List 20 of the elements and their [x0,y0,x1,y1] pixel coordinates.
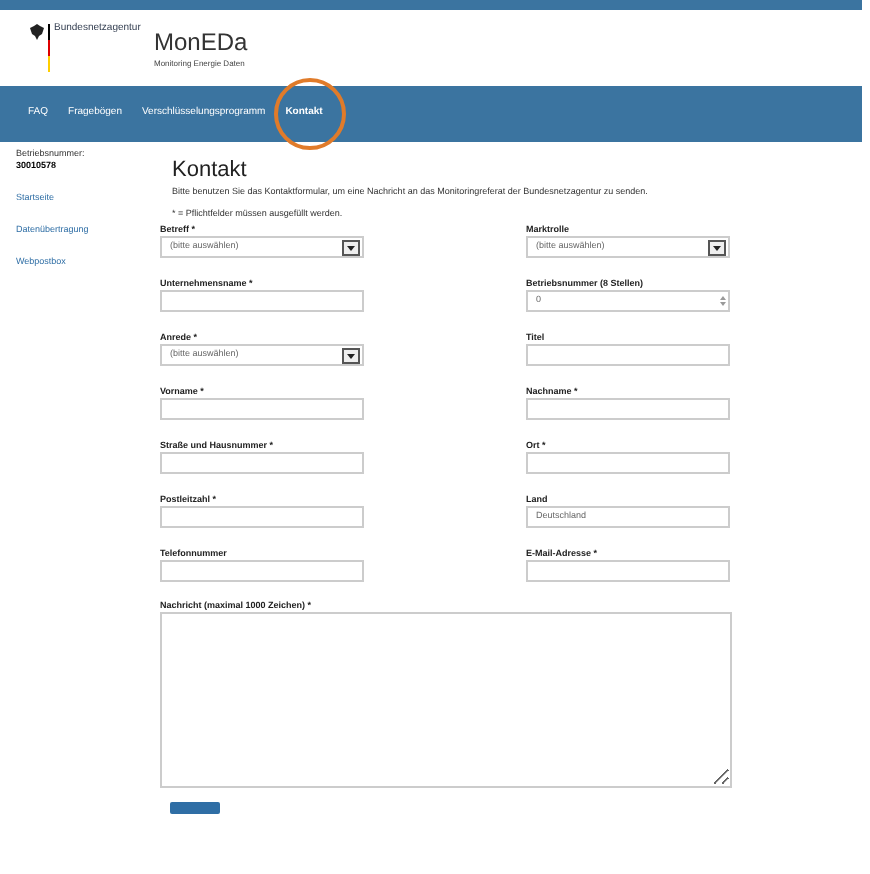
page-title: Kontakt [170,158,249,184]
input-field[interactable] [526,398,730,420]
input-field[interactable] [526,344,730,366]
input-field[interactable] [160,506,364,528]
input-field[interactable] [526,560,730,582]
site-title: MonEDa [154,28,248,56]
dropdown-arrow-icon [708,239,726,255]
input-field[interactable] [160,290,364,312]
submit-button[interactable] [170,802,220,814]
highlight-ring [274,78,346,150]
message-field[interactable] [160,612,732,788]
input-field[interactable] [526,452,730,474]
dropdown-arrow-icon [342,347,360,363]
eagle-icon [30,24,44,40]
dropdown-arrow-icon [342,239,360,255]
flag-stripe [48,24,50,72]
input-field[interactable] [160,560,364,582]
spinner-icon[interactable] [720,296,726,306]
input-field[interactable] [160,398,364,420]
input-field[interactable] [160,452,364,474]
